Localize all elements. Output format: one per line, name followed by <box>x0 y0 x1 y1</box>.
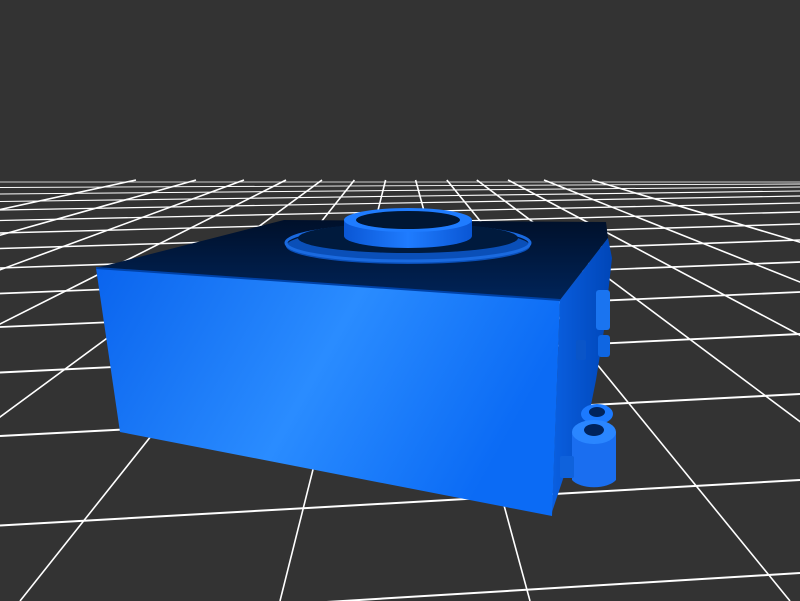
3d-scene[interactable] <box>0 0 800 601</box>
blue-part-model[interactable] <box>95 208 616 516</box>
3d-viewport[interactable] <box>0 0 800 601</box>
grid-row-line <box>0 183 800 188</box>
part-front-face <box>96 268 560 516</box>
grid-row-line <box>0 195 800 211</box>
grid-row-line <box>326 572 800 601</box>
top-ring-boss <box>284 208 532 264</box>
grid-row-line <box>0 479 800 527</box>
